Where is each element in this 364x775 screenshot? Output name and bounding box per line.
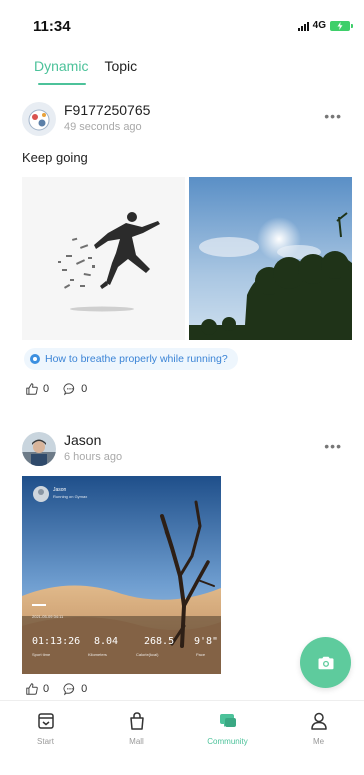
- post-image-run-summary[interactable]: Jason Running on Gymax 2021-05-09 04:11 …: [22, 476, 221, 674]
- person-icon: [310, 712, 327, 730]
- like-button[interactable]: 0: [25, 682, 49, 696]
- status-bar: 11:34 4G: [0, 0, 364, 44]
- comment-icon: [63, 683, 75, 696]
- nav-label: Mall: [129, 737, 144, 746]
- overlay-stat-value: 01:13:26: [32, 636, 81, 647]
- overlay-stat-value: 9'8": [194, 636, 219, 647]
- start-icon: [37, 713, 54, 729]
- like-count: 0: [43, 683, 50, 695]
- camera-icon: [318, 656, 333, 669]
- comment-count: 0: [81, 683, 88, 695]
- overlay-stat-label: Pace: [196, 652, 206, 657]
- network-type: 4G: [312, 20, 326, 31]
- overlay-name: Jason: [53, 487, 67, 493]
- signal-icon: [297, 21, 309, 31]
- post-actions: 0 0: [25, 382, 87, 396]
- post-card: Jason 6 hours ago ••• Jason Running on G…: [0, 430, 364, 696]
- topic-icon: [30, 354, 40, 364]
- status-time: 11:34: [33, 18, 71, 35]
- like-count: 0: [43, 383, 50, 395]
- active-tab-indicator: [38, 83, 86, 85]
- shopping-bag-icon: [129, 712, 144, 730]
- like-button[interactable]: 0: [25, 382, 49, 396]
- status-icons: 4G: [297, 20, 353, 31]
- comment-button[interactable]: 0: [63, 682, 87, 696]
- community-icon: [219, 714, 236, 727]
- community-tabs: Dynamic Topic: [34, 58, 137, 74]
- comment-icon: [63, 383, 75, 396]
- post-image-runner[interactable]: [22, 177, 185, 340]
- nav-community[interactable]: Community: [182, 701, 273, 775]
- topic-tag[interactable]: How to breathe properly while running?: [24, 348, 238, 370]
- more-options-icon[interactable]: •••: [324, 108, 342, 124]
- tab-dynamic[interactable]: Dynamic: [34, 58, 88, 74]
- tab-topic[interactable]: Topic: [104, 58, 137, 74]
- overlay-stat-label: Calorie(kcal): [136, 652, 159, 657]
- nav-label: Start: [37, 737, 54, 746]
- post-time: 6 hours ago: [64, 451, 123, 463]
- thumbs-up-icon: [26, 383, 38, 395]
- post-header: F9177250765 49 seconds ago •••: [0, 100, 364, 144]
- comment-button[interactable]: 0: [63, 382, 87, 396]
- nav-label: Community: [207, 737, 248, 746]
- avatar[interactable]: [22, 102, 56, 136]
- post-actions: 0 0: [25, 682, 87, 696]
- username[interactable]: Jason: [64, 432, 101, 448]
- nav-me[interactable]: Me: [273, 701, 364, 775]
- post-image-sky[interactable]: [189, 177, 352, 340]
- comment-count: 0: [81, 383, 88, 395]
- avatar[interactable]: [22, 432, 56, 466]
- bottom-nav: Start Mall Community Me: [0, 700, 364, 775]
- thumbs-up-icon: [26, 683, 38, 695]
- battery-charging-icon: [330, 20, 353, 31]
- nav-mall[interactable]: Mall: [91, 701, 182, 775]
- nav-start[interactable]: Start: [0, 701, 91, 775]
- post-text: Keep going: [22, 150, 88, 165]
- more-options-icon[interactable]: •••: [324, 438, 342, 454]
- post-header: Jason 6 hours ago •••: [0, 430, 364, 474]
- overlay-stat-label: Kilometers: [88, 652, 107, 657]
- overlay-stat-value: 8.04: [94, 636, 119, 647]
- camera-post-button[interactable]: [300, 637, 351, 688]
- overlay-subtitle: Running on Gymax: [53, 494, 88, 499]
- nav-label: Me: [312, 737, 325, 746]
- username[interactable]: F9177250765: [64, 102, 150, 118]
- overlay-stat-value: 268.5: [144, 636, 175, 647]
- overlay-stat-label: Sport time: [32, 652, 51, 657]
- overlay-date: 2021-05-09 04:11: [32, 614, 64, 619]
- topic-label: How to breathe properly while running?: [45, 353, 228, 365]
- post-time: 49 seconds ago: [64, 121, 142, 133]
- post-card: F9177250765 49 seconds ago ••• Keep goin…: [0, 100, 364, 396]
